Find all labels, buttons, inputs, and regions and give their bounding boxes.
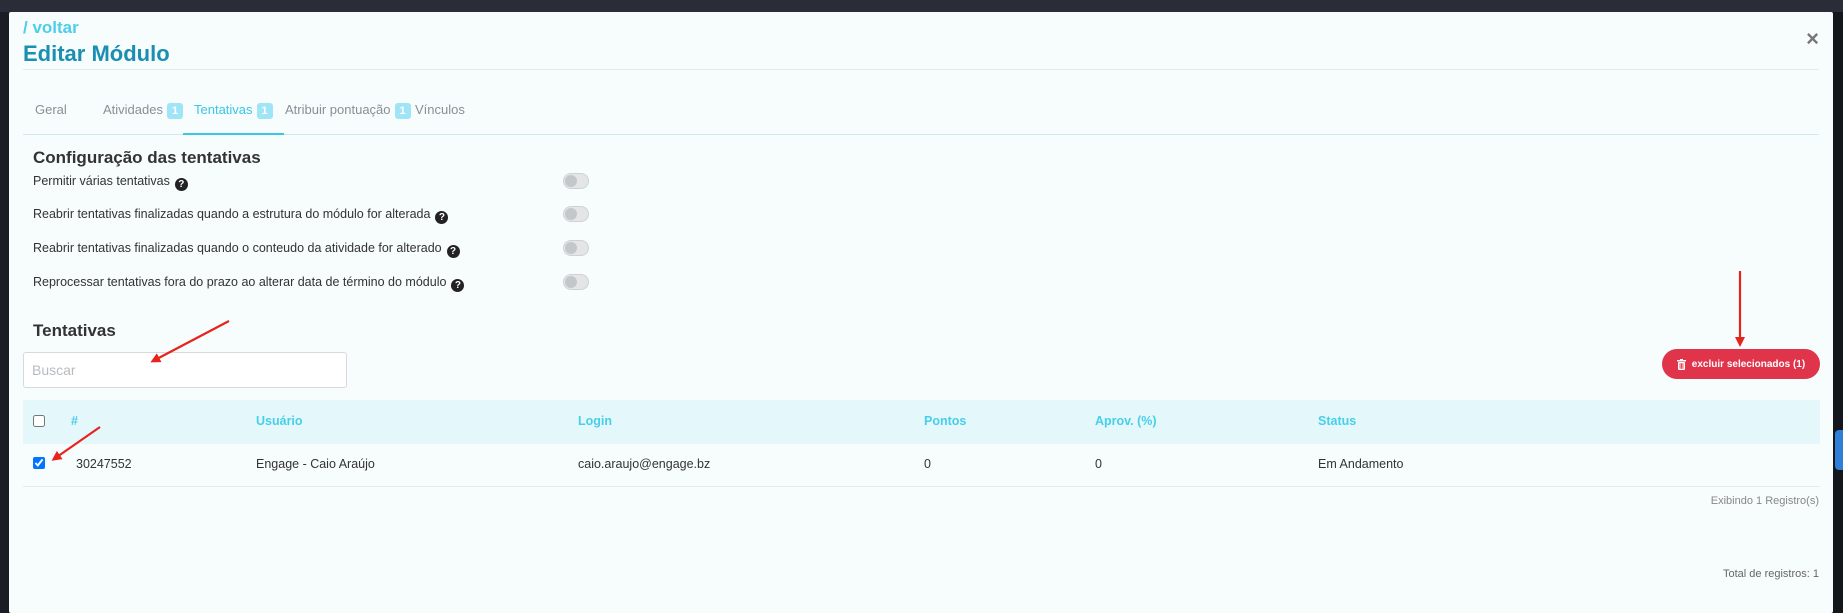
reopen-structure-toggle[interactable] (563, 206, 589, 222)
modal-header: / voltar Editar Módulo (23, 18, 170, 68)
column-header-status[interactable]: Status (1318, 414, 1356, 428)
option-label: Permitir várias tentativas (33, 174, 170, 188)
option-label: Reabrir tentativas finalizadas quando a … (33, 207, 431, 221)
tab-geral[interactable]: Geral (35, 102, 67, 133)
row-points: 0 (924, 457, 931, 471)
records-showing: Exibindo 1 Registro(s) (1710, 495, 1819, 507)
option-reopen-on-content-change: Reabrir tentativas finalizadas quando o … (33, 239, 593, 259)
option-label: Reprocessar tentativas fora do prazo ao … (33, 275, 447, 289)
back-link[interactable]: / voltar (23, 18, 170, 38)
delete-selected-button[interactable]: excluir selecionados (1) (1662, 349, 1820, 379)
close-icon[interactable]: × (1806, 26, 1819, 52)
tab-label: Atividades (103, 102, 163, 117)
search-input[interactable] (23, 352, 347, 388)
background-strip (0, 0, 1843, 12)
multiple-attempts-toggle[interactable] (563, 173, 589, 189)
count-badge: 1 (394, 103, 411, 119)
row-approval: 0 (1095, 457, 1102, 471)
table-row[interactable]: 30247552 Engage - Caio Araújo caio.arauj… (23, 444, 1820, 487)
option-reopen-on-structure-change: Reabrir tentativas finalizadas quando a … (33, 205, 593, 225)
option-reprocess-late-attempts: Reprocessar tentativas fora do prazo ao … (33, 273, 593, 293)
count-badge: 1 (166, 103, 184, 119)
option-multiple-attempts: Permitir várias tentativas? (33, 172, 593, 192)
attempts-section-title: Tentativas (33, 321, 116, 340)
row-user: Engage - Caio Araújo (256, 457, 375, 471)
background-side-tab (1835, 430, 1843, 470)
reprocess-toggle[interactable] (563, 274, 589, 290)
count-badge: 1 (256, 103, 273, 119)
delete-selected-label: excluir selecionados (1) (1691, 358, 1806, 370)
tab-label: Tentativas (194, 102, 253, 117)
column-header-approval[interactable]: Aprov. (%) (1095, 414, 1157, 428)
trash-icon (1676, 358, 1686, 370)
row-id: 30247552 (76, 457, 132, 471)
table-header: # Usuário Login Pontos Aprov. (%) Status (23, 400, 1820, 444)
help-icon[interactable]: ? (435, 211, 449, 224)
header-divider (23, 69, 1819, 70)
help-icon[interactable]: ? (451, 279, 465, 292)
tab-atividades[interactable]: Atividades 1 (103, 102, 184, 133)
select-all-checkbox[interactable] (33, 415, 45, 427)
tab-label: Atribuir pontuação (285, 102, 391, 117)
tab-atribuir-pontuacao[interactable]: Atribuir pontuação 1 (285, 102, 411, 133)
help-icon[interactable]: ? (446, 245, 460, 258)
tab-label: Geral (35, 102, 67, 117)
page-title: Editar Módulo (23, 41, 170, 66)
column-header-id[interactable]: # (71, 414, 78, 428)
tab-tentativas[interactable]: Tentativas 1 (183, 102, 284, 135)
column-header-user[interactable]: Usuário (256, 414, 303, 428)
column-header-login[interactable]: Login (578, 414, 612, 428)
option-label: Reabrir tentativas finalizadas quando o … (33, 241, 442, 255)
reopen-content-toggle[interactable] (563, 240, 589, 256)
attempts-table: # Usuário Login Pontos Aprov. (%) Status… (23, 400, 1820, 487)
row-status: Em Andamento (1318, 457, 1404, 471)
help-icon[interactable]: ? (174, 178, 188, 191)
records-total: Total de registros: 1 (1723, 568, 1819, 580)
row-select-checkbox[interactable] (33, 457, 45, 469)
tab-vinculos[interactable]: Vínculos (415, 102, 465, 133)
column-header-points[interactable]: Pontos (924, 414, 966, 428)
tab-label: Vínculos (415, 102, 465, 117)
edit-module-modal: / voltar Editar Módulo × Geral Atividade… (9, 12, 1833, 613)
tab-bar: Geral Atividades 1 Tentativas 1 Atribuir p… (23, 92, 1819, 135)
row-login: caio.araujo@engage.bz (578, 457, 711, 471)
config-section-title: Configuração das tentativas (33, 148, 261, 167)
